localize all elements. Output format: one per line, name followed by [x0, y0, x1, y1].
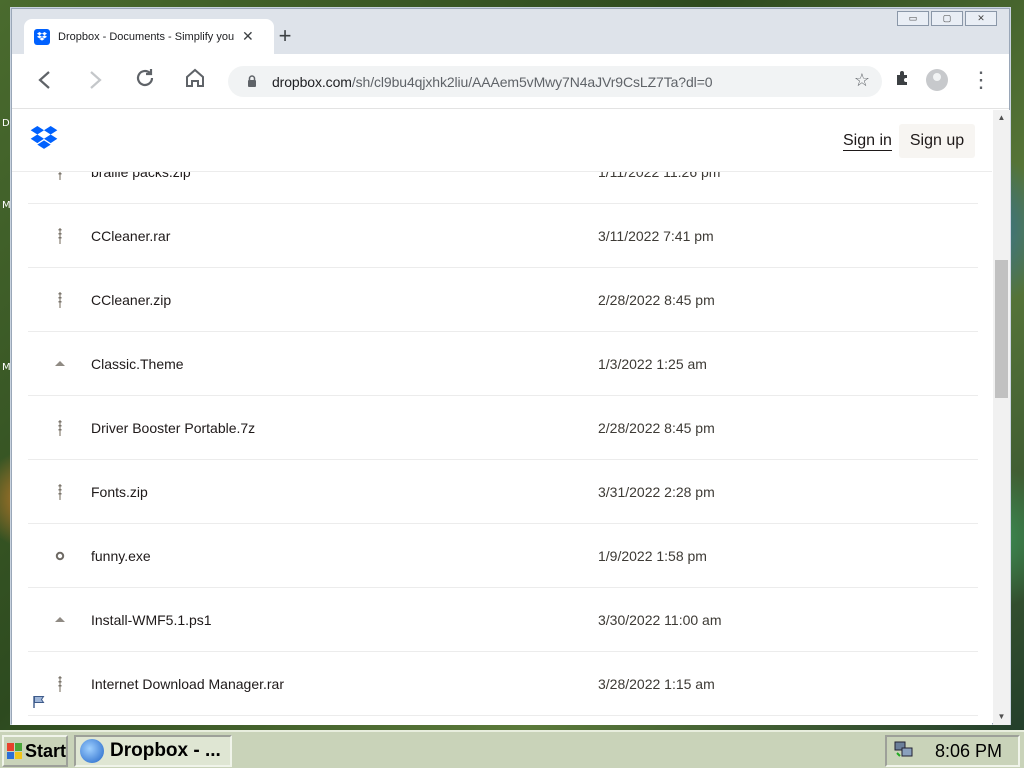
file-row[interactable]: CCleaner.rar 3/11/2022 7:41 pm	[28, 204, 978, 268]
tab-title: Dropbox - Documents - Simplify your	[58, 30, 234, 43]
file-row[interactable]: funny.exe 1/9/2022 1:58 pm	[28, 524, 978, 588]
archive-icon	[50, 226, 70, 246]
start-button[interactable]: Start	[2, 735, 68, 767]
archive-icon	[50, 290, 70, 310]
archive-icon	[50, 482, 70, 502]
file-row[interactable]: Classic.Theme 1/3/2022 1:25 am	[28, 332, 978, 396]
file-modified-date: 1/3/2022 1:25 am	[598, 355, 707, 372]
file-row[interactable]: Fonts.zip 3/31/2022 2:28 pm	[28, 460, 978, 524]
new-tab-icon[interactable]: +	[274, 23, 296, 49]
browser-tab[interactable]: Dropbox - Documents - Simplify your ✕	[24, 19, 274, 54]
file-name[interactable]: CCleaner.rar	[91, 228, 170, 244]
dropbox-logo-icon[interactable]	[30, 126, 58, 155]
browser-menu-icon[interactable]: ⋮	[970, 65, 992, 95]
script-file-icon	[50, 610, 70, 630]
scroll-up-icon[interactable]: ▲	[993, 110, 1010, 126]
browser-toolbar: dropbox.com/sh/cl9bu4qjxhk2liu/AAAem5vMw…	[12, 54, 1009, 109]
network-tray-icon[interactable]	[893, 739, 915, 764]
sign-in-link[interactable]: Sign in	[843, 132, 892, 151]
executable-icon	[50, 546, 70, 566]
desktop-icon-label: M	[2, 362, 11, 373]
url-text: dropbox.com/sh/cl9bu4qjxhk2liu/AAAem5vMw…	[272, 73, 713, 90]
taskbar-item-label: Dropbox - ...	[110, 740, 221, 761]
sign-up-button[interactable]: Sign up	[899, 124, 975, 158]
extensions-puzzle-icon[interactable]	[894, 69, 912, 92]
file-modified-date: 2/28/2022 8:45 pm	[598, 419, 715, 436]
profile-avatar-icon[interactable]	[926, 69, 948, 91]
file-name[interactable]: Driver Booster Portable.7z	[91, 420, 255, 436]
bookmark-star-icon[interactable]: ☆	[854, 70, 870, 91]
file-name[interactable]: CCleaner.zip	[91, 292, 171, 308]
scroll-down-icon[interactable]: ▼	[993, 709, 1010, 725]
file-row[interactable]: Internet Download Manager.rar 3/28/2022 1…	[28, 652, 978, 716]
file-row[interactable]: Install-WMF5.1.ps1 3/30/2022 11:00 am	[28, 588, 978, 652]
browser-globe-icon	[80, 739, 104, 763]
feedback-flag-icon[interactable]	[32, 695, 46, 714]
taskbar-item-dropbox[interactable]: Dropbox - ...	[74, 735, 232, 767]
reload-icon[interactable]	[130, 67, 160, 97]
tab-close-icon[interactable]: ✕	[242, 28, 254, 45]
back-icon[interactable]	[30, 67, 60, 97]
file-modified-date: 3/30/2022 11:00 am	[598, 611, 722, 628]
page-scrollbar[interactable]: ▲ ▼	[993, 110, 1010, 725]
file-name[interactable]: Install-WMF5.1.ps1	[91, 612, 212, 628]
browser-titlebar: Dropbox - Documents - Simplify your ✕ + …	[12, 9, 1009, 54]
desktop-icon-label: M	[2, 200, 11, 211]
file-row[interactable]: CCleaner.zip 2/28/2022 8:45 pm	[28, 268, 978, 332]
file-list: braille packs.zip1/11/2022 11:26 pmCClea…	[28, 140, 978, 716]
system-tray: 8:06 PM	[885, 735, 1020, 767]
close-window-button[interactable]: ✕	[965, 11, 997, 26]
file-name[interactable]: Classic.Theme	[91, 356, 184, 372]
desktop-icon-label: D	[2, 118, 10, 129]
start-label: Start	[24, 740, 66, 761]
maximize-button[interactable]: ▢	[931, 11, 963, 26]
dropbox-page: Sign in Sign up braille packs.zip1/11/20…	[12, 110, 992, 725]
scroll-thumb[interactable]	[995, 260, 1008, 398]
browser-window: Dropbox - Documents - Simplify your ✕ + …	[11, 8, 1010, 725]
file-modified-date: 1/9/2022 1:58 pm	[598, 547, 707, 564]
lock-icon[interactable]	[238, 75, 266, 88]
file-name[interactable]: Fonts.zip	[91, 484, 148, 500]
windows-logo-icon	[7, 743, 22, 759]
archive-icon	[50, 418, 70, 438]
file-name[interactable]: funny.exe	[91, 548, 151, 564]
minimize-button[interactable]: ▭	[897, 11, 929, 26]
site-header: Sign in Sign up	[12, 110, 992, 172]
file-row[interactable]: Driver Booster Portable.7z 2/28/2022 8:45…	[28, 396, 978, 460]
forward-icon[interactable]	[80, 67, 110, 97]
theme-file-icon	[50, 354, 70, 374]
file-modified-date: 3/31/2022 2:28 pm	[598, 483, 715, 500]
file-name[interactable]: Internet Download Manager.rar	[91, 676, 284, 692]
taskbar: Start Dropbox - ... 8:06 PM	[0, 730, 1024, 768]
file-modified-date: 2/28/2022 8:45 pm	[598, 291, 715, 308]
file-modified-date: 3/11/2022 7:41 pm	[598, 227, 714, 244]
home-icon[interactable]	[180, 67, 210, 97]
address-bar[interactable]: dropbox.com/sh/cl9bu4qjxhk2liu/AAAem5vMw…	[228, 66, 882, 97]
taskbar-clock: 8:06 PM	[934, 740, 1002, 761]
file-modified-date: 3/28/2022 1:15 am	[598, 675, 715, 692]
archive-icon	[50, 674, 70, 694]
dropbox-favicon-icon	[34, 28, 50, 45]
